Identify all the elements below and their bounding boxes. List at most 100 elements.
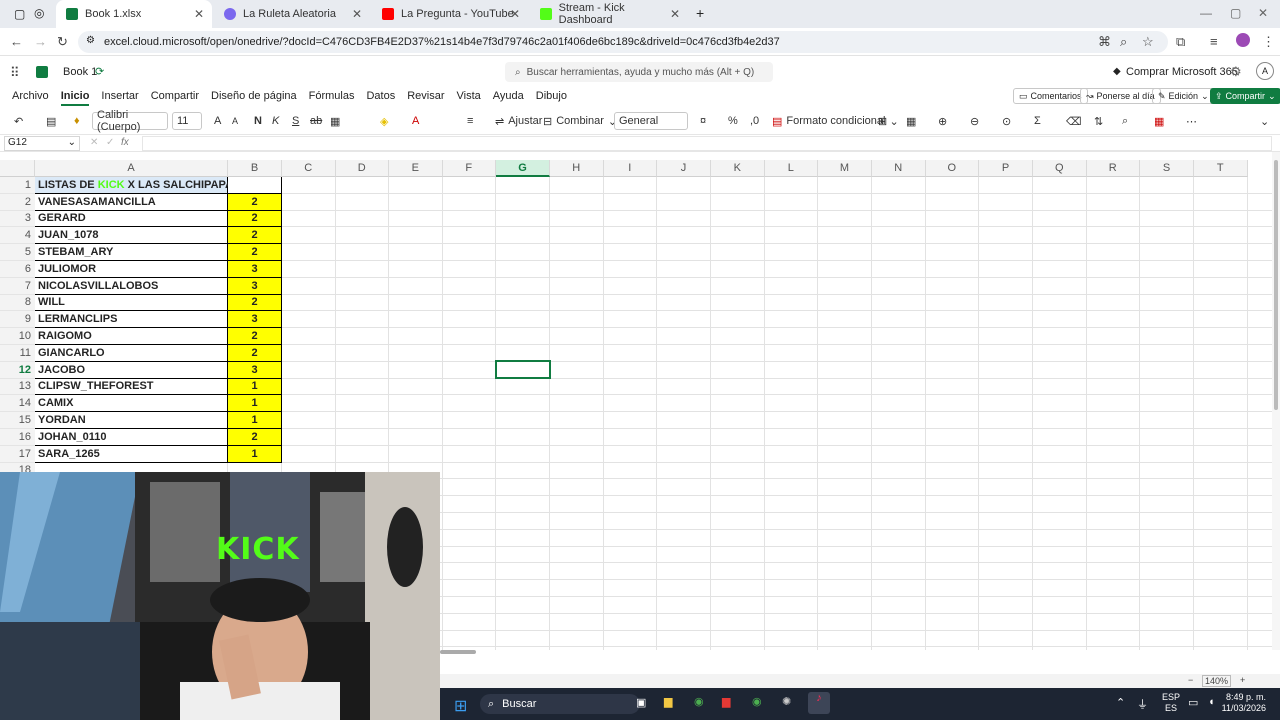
name-cell[interactable]: NICOLASVILLALOBOS	[35, 277, 228, 295]
column-header-b[interactable]: B	[228, 160, 282, 177]
row-header[interactable]: 7	[0, 277, 35, 295]
tab-inicio[interactable]: Inicio	[60, 90, 89, 106]
close-window-icon[interactable]: ✕	[1258, 6, 1268, 20]
tab-book1[interactable]: Book 1.xlsx ✕	[56, 0, 212, 28]
count-cell[interactable]: 1	[228, 412, 282, 429]
row-header[interactable]: 2	[0, 193, 35, 211]
count-cell[interactable]: 2	[228, 294, 282, 312]
clock[interactable]: 8:49 p. m. 11/03/2026	[1220, 692, 1266, 714]
cell-styles-icon[interactable]: ▦	[906, 113, 916, 129]
column-header-t[interactable]: T	[1194, 160, 1248, 177]
row-header[interactable]: 14	[0, 395, 35, 413]
column-header-g[interactable]: G	[496, 160, 550, 177]
name-cell[interactable]: JACOBO	[35, 361, 228, 379]
currency-icon[interactable]: ¤	[700, 113, 706, 129]
clear-icon[interactable]: ⌫	[1066, 113, 1082, 129]
count-cell[interactable]: 3	[228, 261, 282, 278]
underline-icon[interactable]: S	[292, 113, 299, 129]
vertical-scrollbar[interactable]	[1272, 152, 1280, 650]
taskbar-search[interactable]: ⌕ Buscar	[480, 694, 640, 714]
row-header[interactable]: 3	[0, 210, 35, 228]
row-header[interactable]: 16	[0, 429, 35, 446]
cell-b1[interactable]	[228, 177, 282, 194]
column-header-e[interactable]: E	[389, 160, 443, 177]
tab-diseno[interactable]: Diseño de página	[211, 90, 297, 102]
column-header-m[interactable]: M	[818, 160, 872, 177]
row-header[interactable]: 8	[0, 294, 35, 312]
lang-indicator[interactable]: ESP ES	[1162, 692, 1180, 714]
name-cell[interactable]: VANESASAMANCILLA	[35, 193, 228, 211]
tab-insertar[interactable]: Insertar	[101, 90, 138, 102]
font-color-icon[interactable]: A	[412, 113, 419, 129]
tab-kick[interactable]: Stream - Kick Dashboard ✕	[530, 0, 688, 28]
delete-cells-icon[interactable]: ⊖	[970, 113, 979, 129]
reload-icon[interactable]: ↻	[57, 34, 68, 50]
translate-icon[interactable]: ⌘	[1098, 34, 1111, 50]
collapse-ribbon-icon[interactable]: ⌄	[1260, 113, 1269, 129]
horizontal-scrollbar[interactable]	[440, 648, 1272, 656]
zoom-out-icon[interactable]: −	[1188, 675, 1193, 685]
close-icon[interactable]: ✕	[194, 7, 204, 21]
column-header-j[interactable]: J	[657, 160, 711, 177]
column-header-h[interactable]: H	[550, 160, 604, 177]
catchup-button[interactable]: ↝ Ponerse al día	[1080, 88, 1161, 104]
close-icon[interactable]: ✕	[352, 7, 362, 21]
selected-cell-g12[interactable]	[495, 360, 551, 379]
volume-icon[interactable]: ◖	[1208, 696, 1215, 708]
column-header-p[interactable]: P	[979, 160, 1033, 177]
bold-icon[interactable]: N	[254, 113, 262, 129]
name-cell[interactable]: CLIPSW_THEFOREST	[35, 378, 228, 396]
new-tab-button[interactable]: +	[696, 5, 704, 21]
tab-revisar[interactable]: Revisar	[407, 90, 444, 102]
row-header[interactable]: 13	[0, 378, 35, 396]
count-cell[interactable]: 2	[228, 227, 282, 245]
maximize-icon[interactable]: ▢	[1230, 6, 1241, 20]
tab-compartir[interactable]: Compartir	[151, 90, 199, 102]
scroll-thumb[interactable]	[1274, 160, 1278, 410]
tab-datos[interactable]: Datos	[366, 90, 395, 102]
italic-icon[interactable]: K	[272, 113, 279, 129]
tray-chevron-icon[interactable]: ⌃	[1116, 696, 1125, 709]
tab-vista[interactable]: Vista	[457, 90, 481, 102]
column-header-o[interactable]: O	[925, 160, 979, 177]
fx-icon[interactable]: fx	[121, 137, 129, 148]
count-cell[interactable]: 1	[228, 395, 282, 413]
percent-icon[interactable]: %	[728, 113, 738, 129]
format-cells-icon[interactable]: ⊙	[1002, 113, 1011, 129]
extensions-icon[interactable]: ⧉	[1176, 34, 1185, 50]
title-cell[interactable]: LISTAS DE KICK X LAS SALCHIPAPAS:	[35, 177, 244, 194]
windows-start-icon[interactable]: ⊞	[454, 696, 467, 716]
tab-ayuda[interactable]: Ayuda	[493, 90, 524, 102]
row-header[interactable]: 1	[0, 177, 35, 194]
strike-icon[interactable]: ab	[310, 113, 322, 129]
row-header[interactable]: 9	[0, 311, 35, 329]
confirm-icon[interactable]: ✓	[106, 137, 114, 148]
close-icon[interactable]: ✕	[510, 7, 520, 21]
name-cell[interactable]: GERARD	[35, 210, 228, 228]
row-header[interactable]: 17	[0, 445, 35, 463]
format-painter-icon[interactable]: ♦	[74, 113, 80, 129]
search-box[interactable]: ⌕ Buscar herramientas, ayuda y mucho más…	[505, 62, 773, 82]
select-all-corner[interactable]	[0, 160, 35, 177]
addins-icon[interactable]: ▦	[1154, 113, 1164, 129]
tab-search-icon[interactable]: ▢	[14, 7, 25, 21]
column-header-i[interactable]: I	[603, 160, 657, 177]
decimal-icon[interactable]: ,0	[750, 113, 759, 129]
count-cell[interactable]: 3	[228, 277, 282, 295]
site-info-icon[interactable]: ⚙	[86, 35, 95, 46]
name-cell[interactable]: LERMANCLIPS	[35, 311, 228, 329]
app-icon[interactable]: ✺	[782, 695, 791, 708]
column-header-n[interactable]: N	[872, 160, 926, 177]
count-cell[interactable]: 2	[228, 244, 282, 261]
column-header-k[interactable]: K	[711, 160, 765, 177]
settings-gear-icon[interactable]: ⚙	[1230, 64, 1242, 80]
insert-cells-icon[interactable]: ⊕	[938, 113, 947, 129]
tab-group-icon[interactable]: ◎	[34, 6, 44, 20]
grow-font-icon[interactable]: A	[214, 113, 221, 129]
shrink-font-icon[interactable]: A	[232, 113, 238, 129]
formula-input[interactable]	[142, 136, 1272, 151]
column-header-r[interactable]: R	[1086, 160, 1140, 177]
row-header[interactable]: 5	[0, 244, 35, 261]
comments-button[interactable]: ▭ Comentarios	[1013, 88, 1088, 104]
name-box[interactable]: G12 ⌄	[4, 136, 80, 151]
